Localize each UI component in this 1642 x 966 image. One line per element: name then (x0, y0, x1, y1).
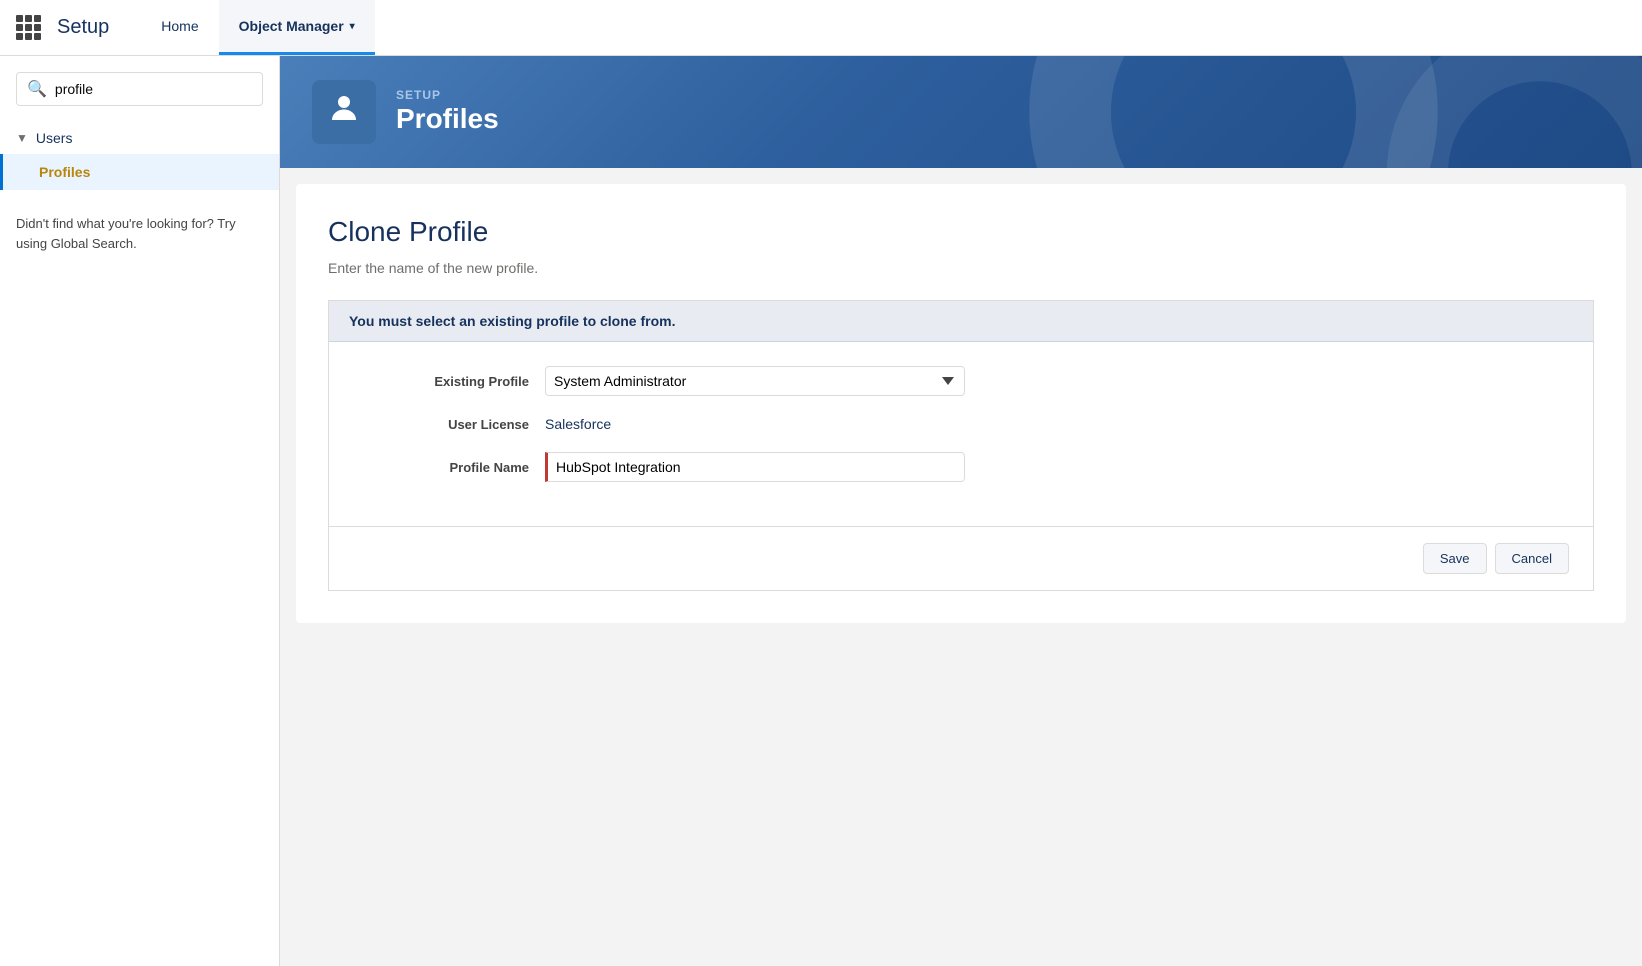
nav-tabs: Home Object Manager ▾ (141, 0, 374, 55)
existing-profile-row: Existing Profile System Administrator St… (369, 366, 1553, 396)
header-text: SETUP Profiles (396, 88, 499, 136)
sidebar-section-users[interactable]: ▼ Users (0, 122, 279, 154)
form-footer: Save Cancel (329, 526, 1593, 590)
profile-name-label: Profile Name (369, 460, 529, 475)
chevron-down-icon: ▼ (16, 131, 28, 145)
search-input[interactable] (55, 81, 252, 97)
search-box: 🔍 (16, 72, 263, 106)
sidebar: 🔍 ▼ Users Profiles Didn't find what you'… (0, 56, 280, 966)
page-header: SETUP Profiles (280, 56, 1642, 168)
page-title: Profiles (396, 102, 499, 136)
save-button[interactable]: Save (1423, 543, 1487, 574)
existing-profile-select[interactable]: System Administrator Standard User Read … (545, 366, 965, 396)
user-license-label: User License (369, 417, 529, 432)
form-panel: You must select an existing profile to c… (328, 300, 1594, 591)
user-license-value: Salesforce (545, 416, 611, 432)
profiles-icon-box (312, 80, 376, 144)
user-icon (326, 90, 362, 134)
setup-label: SETUP (396, 88, 499, 102)
existing-profile-label: Existing Profile (369, 374, 529, 389)
alert-bar: You must select an existing profile to c… (329, 301, 1593, 342)
sidebar-section-users-label: Users (36, 130, 73, 146)
profile-name-input[interactable] (545, 452, 965, 482)
form-body: Existing Profile System Administrator St… (329, 342, 1593, 526)
user-license-row: User License Salesforce (369, 416, 1553, 432)
tab-home[interactable]: Home (141, 0, 218, 55)
app-grid-icon[interactable] (16, 15, 41, 40)
clone-profile-title: Clone Profile (328, 216, 1594, 248)
clone-profile-section: Clone Profile Enter the name of the new … (296, 184, 1626, 623)
main-content: SETUP Profiles Clone Profile Enter the n… (280, 56, 1642, 966)
top-nav: Setup Home Object Manager ▾ (0, 0, 1642, 56)
app-name: Setup (57, 16, 109, 39)
cancel-button[interactable]: Cancel (1495, 543, 1569, 574)
layout: 🔍 ▼ Users Profiles Didn't find what you'… (0, 56, 1642, 966)
sidebar-item-profiles[interactable]: Profiles (0, 154, 279, 190)
clone-profile-subtitle: Enter the name of the new profile. (328, 260, 1594, 276)
existing-profile-control: System Administrator Standard User Read … (545, 366, 965, 396)
search-icon: 🔍 (27, 79, 47, 99)
tab-object-manager[interactable]: Object Manager ▾ (219, 0, 375, 55)
chevron-down-icon: ▾ (350, 21, 355, 32)
sidebar-help-text: Didn't find what you're looking for? Try… (0, 190, 279, 277)
profile-name-row: Profile Name (369, 452, 1553, 482)
